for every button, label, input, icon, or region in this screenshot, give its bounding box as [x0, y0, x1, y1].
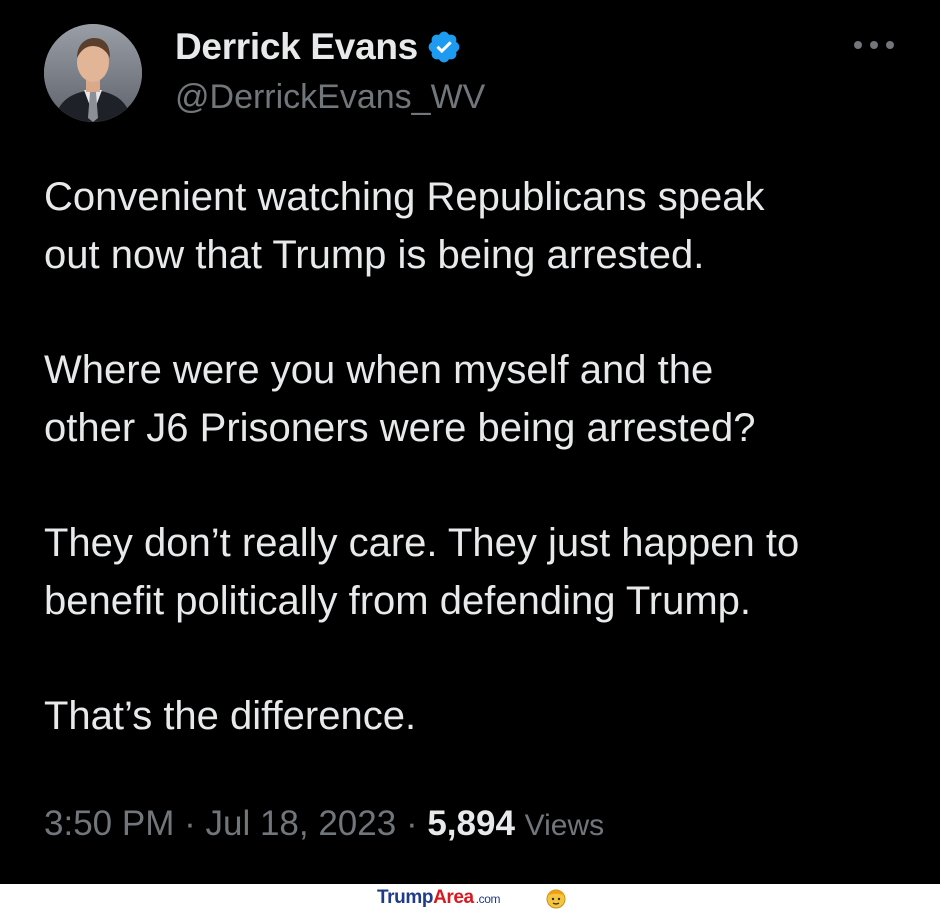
- watermark-brand-part1: Trump: [377, 887, 434, 908]
- author-avatar[interactable]: [44, 24, 142, 122]
- tweet-paragraph: Where were you when myself and the other…: [44, 341, 914, 457]
- tweet-line: out now that Trump is being arrested.: [44, 233, 705, 277]
- watermark-bar: TrumpArea .com: [0, 884, 940, 912]
- meta-separator: ·: [405, 804, 418, 843]
- watermark-text: TrumpArea .com: [377, 887, 501, 909]
- tweet-card: Derrick Evans @DerrickEvans_WV Convenien…: [0, 0, 940, 884]
- verified-badge-icon: [428, 31, 460, 63]
- views-count: 5,894: [427, 804, 515, 843]
- author-handle[interactable]: @DerrickEvans_WV: [175, 78, 485, 117]
- more-options-icon[interactable]: [852, 30, 896, 60]
- tweet-date[interactable]: Jul 18, 2023: [205, 804, 396, 843]
- views-label: Views: [524, 809, 605, 842]
- tweet-paragraph: They don’t really care. They just happen…: [44, 514, 914, 630]
- tweet-meta: 3:50 PM · Jul 18, 2023 · 5,894 Views: [44, 804, 604, 844]
- tweet-line: That’s the difference.: [44, 694, 417, 738]
- watermark-logo-icon: [546, 889, 566, 909]
- tweet-paragraph: That’s the difference.: [44, 687, 914, 745]
- tweet-line: benefit politically from defending Trump…: [44, 579, 752, 623]
- watermark-brand-suffix: .com: [475, 892, 501, 906]
- tweet-paragraph: Convenient watching Republicans speak ou…: [44, 168, 914, 284]
- watermark-brand-part2: Area: [433, 887, 474, 908]
- user-avatar-photo: [44, 24, 142, 122]
- tweet-line: Convenient watching Republicans speak: [44, 175, 765, 219]
- tweet-line: other J6 Prisoners were being arrested?: [44, 406, 756, 450]
- author-display-name[interactable]: Derrick Evans: [175, 26, 418, 68]
- tweet-line: They don’t really care. They just happen…: [44, 521, 800, 565]
- meta-separator: ·: [184, 804, 196, 843]
- author-name-row[interactable]: Derrick Evans: [175, 26, 462, 68]
- tweet-text: Convenient watching Republicans speak ou…: [44, 168, 914, 802]
- tweet-time[interactable]: 3:50 PM: [44, 804, 174, 843]
- tweet-line: Where were you when myself and the: [44, 348, 714, 392]
